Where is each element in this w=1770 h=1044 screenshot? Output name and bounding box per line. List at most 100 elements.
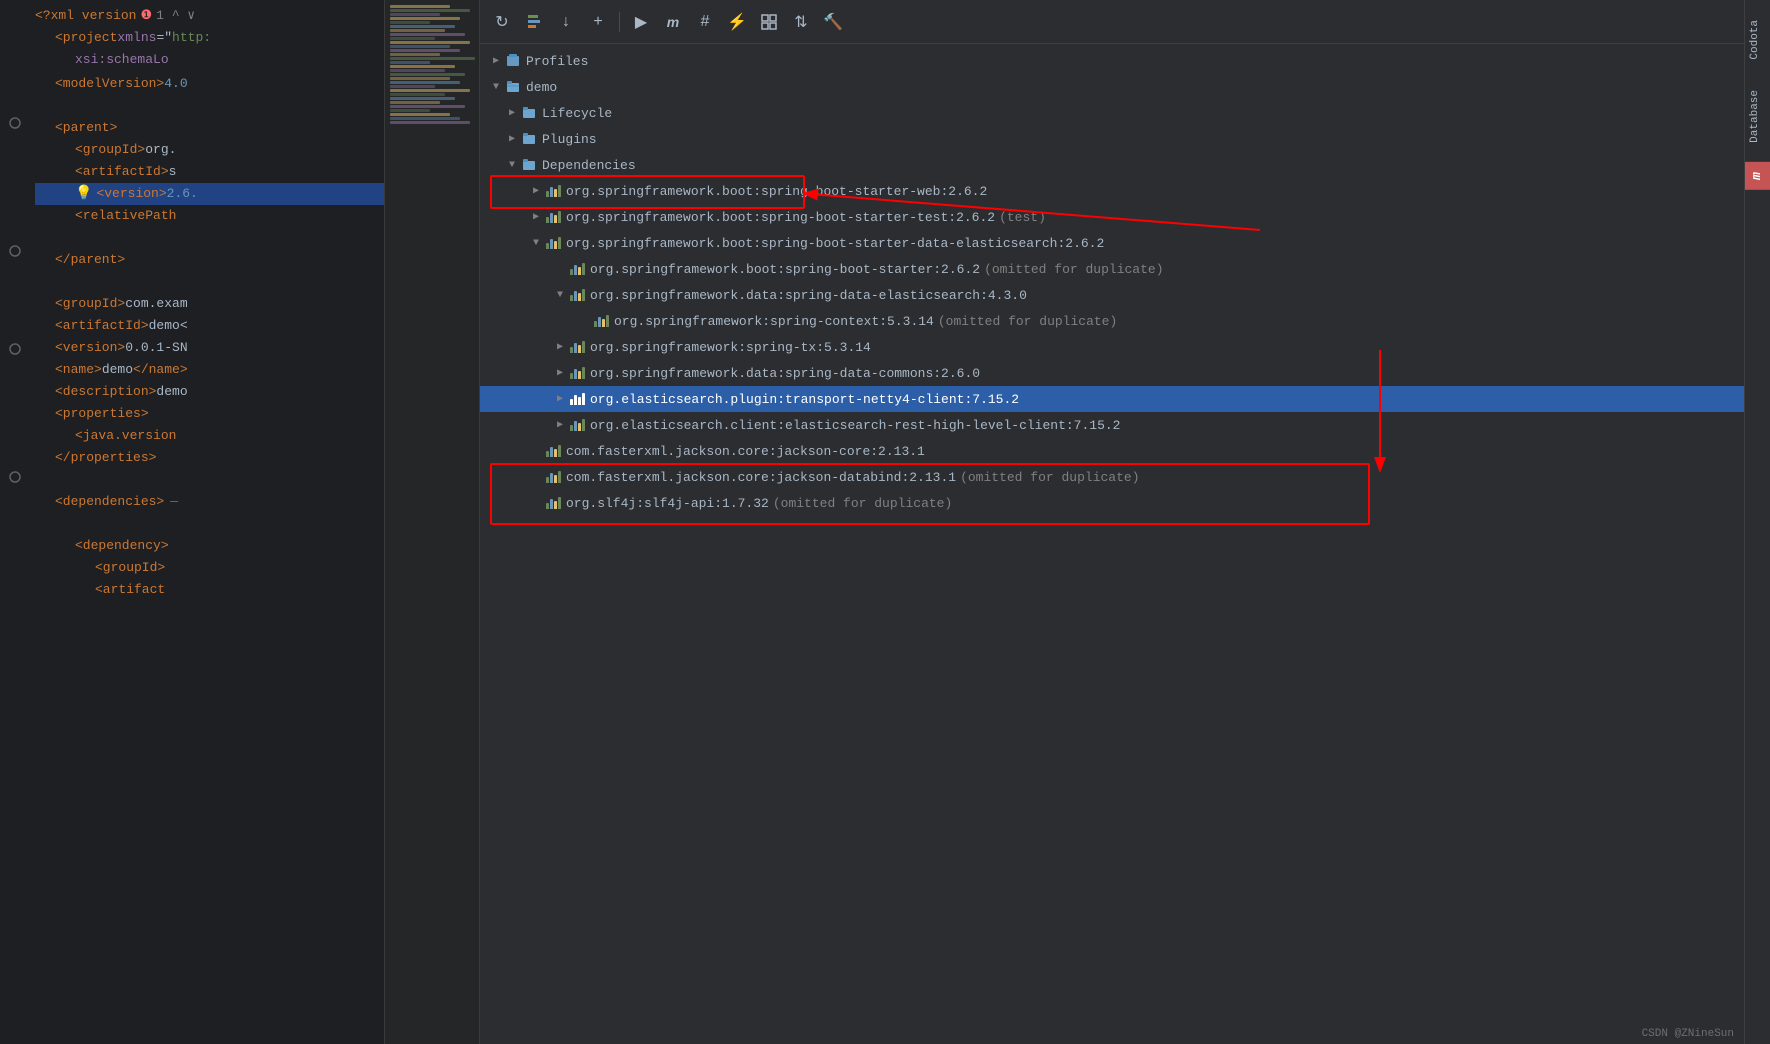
dep3-2-1-icon (592, 312, 610, 330)
dep3-label: org.springframework.boot:spring-boot-sta… (566, 236, 1104, 251)
tree-item-plugins[interactable]: Plugins (480, 126, 1744, 152)
minimap (384, 0, 479, 1044)
dep1-label: org.springframework.boot:spring-boot-sta… (566, 184, 987, 199)
tab-maven[interactable]: m (1745, 162, 1770, 190)
dep2-icon (544, 208, 562, 226)
dep3-2-1-suffix: (omitted for duplicate) (938, 314, 1117, 329)
refresh-button[interactable]: ↻ (488, 8, 516, 36)
dep1-arrow (528, 183, 544, 199)
tab-database[interactable]: Database (1745, 80, 1770, 153)
dep3-1-icon (568, 260, 586, 278)
dependencies-arrow (504, 157, 520, 173)
dep6-label: com.fasterxml.jackson.core:jackson-core:… (566, 444, 925, 459)
tab-codota[interactable]: Codota (1745, 10, 1770, 70)
tree-item-dep3-2[interactable]: org.springframework.data:spring-data-ela… (480, 282, 1744, 308)
tree-item-lifecycle[interactable]: Lifecycle (480, 100, 1744, 126)
dependencies-label: Dependencies (542, 158, 636, 173)
editor-gutter (0, 0, 30, 1044)
lifecycle-icon (520, 104, 538, 122)
gutter-icon-4 (7, 469, 23, 485)
dep3-4-label: org.springframework.data:spring-data-com… (590, 366, 980, 381)
dep5-label: org.elasticsearch.client:elasticsearch-r… (590, 418, 1121, 433)
dep8-suffix: (omitted for duplicate) (773, 496, 952, 511)
dep3-3-icon (568, 338, 586, 356)
tree-item-dep2[interactable]: org.springframework.boot:spring-boot-sta… (480, 204, 1744, 230)
dep3-4-icon (568, 364, 586, 382)
tree-item-dep5[interactable]: org.elasticsearch.client:elasticsearch-r… (480, 412, 1744, 438)
dep7-icon (544, 468, 562, 486)
dep4-icon (568, 390, 586, 408)
tree-item-dep1[interactable]: org.springframework.boot:spring-boot-sta… (480, 178, 1744, 204)
tree-item-dep3-3[interactable]: org.springframework:spring-tx:5.3.14 (480, 334, 1744, 360)
execute-button[interactable] (520, 8, 548, 36)
dep1-icon (544, 182, 562, 200)
dep7-label: com.fasterxml.jackson.core:jackson-datab… (566, 470, 956, 485)
multimodule-button[interactable] (755, 8, 783, 36)
profiles-arrow (488, 53, 504, 69)
dep5-icon (568, 416, 586, 434)
dep3-3-arrow (552, 339, 568, 355)
settings-button[interactable]: 🔨 (819, 8, 847, 36)
tree-item-dep3-4[interactable]: org.springframework.data:spring-data-com… (480, 360, 1744, 386)
minimap-bars (385, 0, 479, 129)
tree-item-dep7[interactable]: com.fasterxml.jackson.core:jackson-datab… (480, 464, 1744, 490)
gutter-icon-2 (7, 243, 23, 259)
maven-cmd-button[interactable]: m (659, 8, 687, 36)
dep5-arrow (552, 417, 568, 433)
lifecycle-arrow (504, 105, 520, 121)
tree-item-dep8[interactable]: org.slf4j:slf4j-api:1.7.32 (omitted for … (480, 490, 1744, 516)
tree-item-dependencies[interactable]: Dependencies (480, 152, 1744, 178)
lifecycle-label: Lifecycle (542, 106, 612, 121)
toolbar-sep-1 (619, 12, 620, 32)
maven-toolbar: ↻ ↓ + ▶ m # ⚡ ⇅ 🔨 (480, 0, 1744, 44)
profiles-label: Profiles (526, 54, 588, 69)
dep3-1-label: org.springframework.boot:spring-boot-sta… (590, 262, 980, 277)
tree-item-dep3[interactable]: org.springframework.boot:spring-boot-sta… (480, 230, 1744, 256)
tree-item-profiles[interactable]: Profiles (480, 48, 1744, 74)
profiles-icon (504, 52, 522, 70)
maven-tree[interactable]: Profiles demo Lifecycle (480, 44, 1744, 1044)
profile-button[interactable]: # (691, 8, 719, 36)
tree-item-dep3-1[interactable]: org.springframework.boot:spring-boot-sta… (480, 256, 1744, 282)
dep3-icon (544, 234, 562, 252)
dep7-suffix: (omitted for duplicate) (960, 470, 1139, 485)
dep3-2-1-label: org.springframework:spring-context:5.3.1… (614, 314, 934, 329)
dep3-1-suffix: (omitted for duplicate) (984, 262, 1163, 277)
demo-arrow (488, 79, 504, 95)
add-button[interactable]: + (584, 8, 612, 36)
download-button[interactable]: ↓ (552, 8, 580, 36)
tree-item-dep4[interactable]: org.elasticsearch.plugin:transport-netty… (480, 386, 1744, 412)
dep3-2-label: org.springframework.data:spring-data-ela… (590, 288, 1027, 303)
demo-label: demo (526, 80, 557, 95)
dep3-2-arrow (552, 287, 568, 303)
dep3-4-arrow (552, 365, 568, 381)
collapse-button[interactable]: ⇅ (787, 8, 815, 36)
plugins-label: Plugins (542, 132, 597, 147)
dependencies-icon (520, 156, 538, 174)
tree-item-demo[interactable]: demo (480, 74, 1744, 100)
dep4-arrow (552, 391, 568, 407)
maven-panel: ↻ ↓ + ▶ m # ⚡ ⇅ 🔨 Profiles (480, 0, 1744, 1044)
gutter-icon-3 (7, 341, 23, 357)
demo-icon (504, 78, 522, 96)
dep3-2-icon (568, 286, 586, 304)
dep2-arrow (528, 209, 544, 225)
side-tabs-right: Codota Database m (1744, 0, 1770, 1044)
dep6-icon (544, 442, 562, 460)
bottom-text: CSDN @ZNineSun (1642, 1028, 1734, 1040)
dep8-label: org.slf4j:slf4j-api:1.7.32 (566, 496, 769, 511)
gutter-icon-1 (7, 115, 23, 131)
bottom-bar: CSDN @ZNineSun (1632, 1024, 1744, 1044)
dep3-3-label: org.springframework:spring-tx:5.3.14 (590, 340, 871, 355)
dep2-suffix: (test) (999, 210, 1046, 225)
dep2-label: org.springframework.boot:spring-boot-sta… (566, 210, 995, 225)
tree-item-dep3-2-1[interactable]: org.springframework:spring-context:5.3.1… (480, 308, 1744, 334)
dep3-arrow (528, 235, 544, 251)
run-button[interactable]: ▶ (627, 8, 655, 36)
plugins-icon (520, 130, 538, 148)
plugins-arrow (504, 131, 520, 147)
tree-item-dep6[interactable]: com.fasterxml.jackson.core:jackson-core:… (480, 438, 1744, 464)
dep4-label: org.elasticsearch.plugin:transport-netty… (590, 392, 1019, 407)
lightning-button[interactable]: ⚡ (723, 8, 751, 36)
editor-panel: <?xml version ❶ 1 ^ ∨ <project xmlns="ht… (0, 0, 480, 1044)
